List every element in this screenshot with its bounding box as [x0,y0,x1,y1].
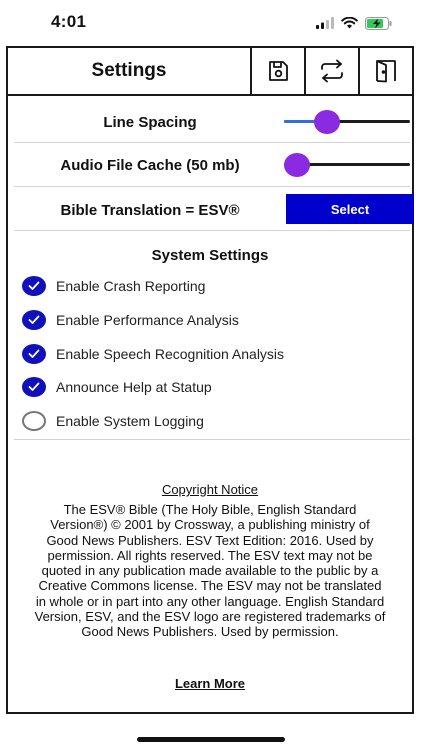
exit-button[interactable] [358,48,412,94]
checkbox-label: Enable Crash Reporting [56,278,206,294]
checkmark-icon [22,276,46,296]
empty-circle-icon [22,411,46,431]
checkbox-speech-recognition[interactable]: Enable Speech Recognition Analysis [22,341,284,367]
slider-thumb[interactable] [314,110,340,134]
save-button[interactable] [250,48,304,94]
audio-cache-row: Audio File Cache (50 mb) [14,144,410,187]
cellular-signal-icon [316,17,334,29]
status-time: 4:01 [51,12,87,31]
translation-label: Bible Translation = ESV® [60,202,240,219]
page-title: Settings [91,60,167,81]
sync-icon [321,59,343,83]
slider-thumb[interactable] [284,153,310,177]
checkbox-crash-reporting[interactable]: Enable Crash Reporting [22,273,205,299]
checkbox-label: Enable System Logging [56,413,204,429]
audio-cache-label: Audio File Cache (50 mb) [60,157,240,174]
copyright-title: Copyright Notice [161,482,259,497]
checkmark-icon [22,377,46,397]
save-icon [269,61,288,81]
learn-more-link[interactable]: Learn More [8,676,412,691]
wifi-icon [341,17,358,29]
line-spacing-row: Line Spacing [14,102,410,143]
select-translation-button[interactable]: Select [286,194,414,224]
checkbox-performance-analysis[interactable]: Enable Performance Analysis [22,307,239,333]
divider [14,439,410,440]
system-settings-title: System Settings [151,247,269,264]
checkbox-system-logging[interactable]: Enable System Logging [22,408,204,434]
checkbox-label: Enable Speech Recognition Analysis [56,346,285,362]
status-icons [316,14,392,32]
checkbox-label: Enable Performance Analysis [56,312,239,328]
home-indicator [137,737,285,742]
checkmark-icon [22,310,46,330]
battery-charging-icon [365,16,392,30]
copyright-text: The ESV® Bible (The Holy Bible, English … [34,502,386,640]
checkbox-announce-help[interactable]: Announce Help at Statup [22,374,212,400]
settings-panel: Settings Line Spacing Audio File Cache (… [6,46,414,714]
line-spacing-slider[interactable] [284,110,410,134]
checkmark-icon [22,344,46,364]
header-bar: Settings [8,48,412,96]
checkbox-label: Announce Help at Statup [56,379,212,395]
status-bar: 4:01 [0,0,422,46]
sync-button[interactable] [304,48,358,94]
exit-door-icon [376,60,396,83]
line-spacing-label: Line Spacing [103,114,197,131]
audio-cache-slider[interactable] [284,153,410,177]
translation-row: Bible Translation = ESV® Select [14,188,414,231]
